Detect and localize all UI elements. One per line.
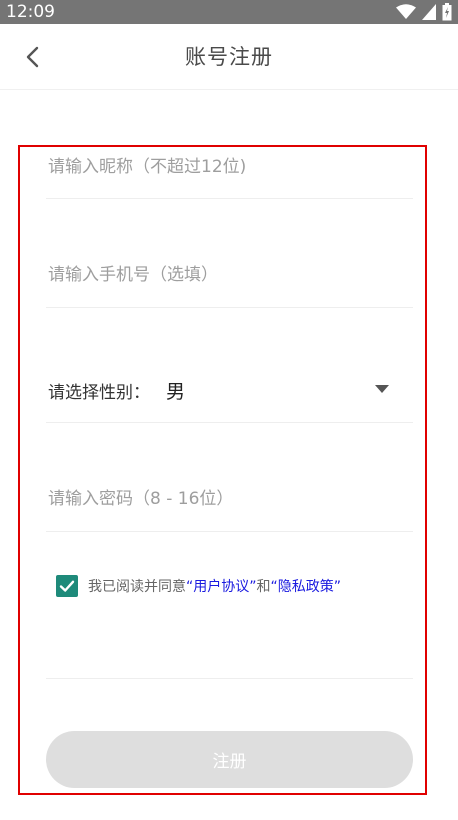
gender-value[interactable]: 男 bbox=[166, 377, 185, 404]
status-bar: 12:09 bbox=[0, 0, 458, 24]
wifi-icon bbox=[396, 4, 416, 19]
phone-field bbox=[46, 262, 413, 308]
status-time: 12:09 bbox=[6, 2, 55, 22]
agreement-row: 我已阅读并同意“用户协议”和“隐私政策” bbox=[56, 574, 341, 598]
gender-field: 请选择性别： 男 bbox=[46, 368, 413, 423]
nickname-field bbox=[46, 154, 413, 199]
password-input[interactable] bbox=[46, 486, 413, 512]
password-field bbox=[46, 486, 413, 532]
divider bbox=[46, 678, 413, 679]
dropdown-arrow-icon[interactable] bbox=[375, 385, 389, 393]
user-agreement-link[interactable]: “用户协议” bbox=[186, 579, 257, 595]
gender-label: 请选择性别： bbox=[48, 383, 150, 403]
privacy-policy-link[interactable]: “隐私政策” bbox=[271, 579, 342, 595]
phone-input[interactable] bbox=[46, 262, 413, 288]
status-icons bbox=[396, 3, 452, 21]
battery-icon bbox=[442, 3, 452, 21]
nickname-input[interactable] bbox=[46, 154, 413, 180]
signal-icon bbox=[422, 4, 436, 20]
register-button[interactable]: 注册 bbox=[46, 731, 413, 788]
agreement-prefix: 我已阅读并同意 bbox=[88, 579, 186, 595]
page-title: 账号注册 bbox=[185, 45, 273, 69]
app-bar: 账号注册 bbox=[0, 24, 458, 90]
form-highlight-frame bbox=[18, 145, 427, 795]
agreement-text: 我已阅读并同意“用户协议”和“隐私政策” bbox=[88, 576, 341, 596]
agreement-and: 和 bbox=[256, 579, 271, 595]
checkmark-icon bbox=[59, 580, 75, 592]
agreement-checkbox[interactable] bbox=[56, 575, 78, 597]
